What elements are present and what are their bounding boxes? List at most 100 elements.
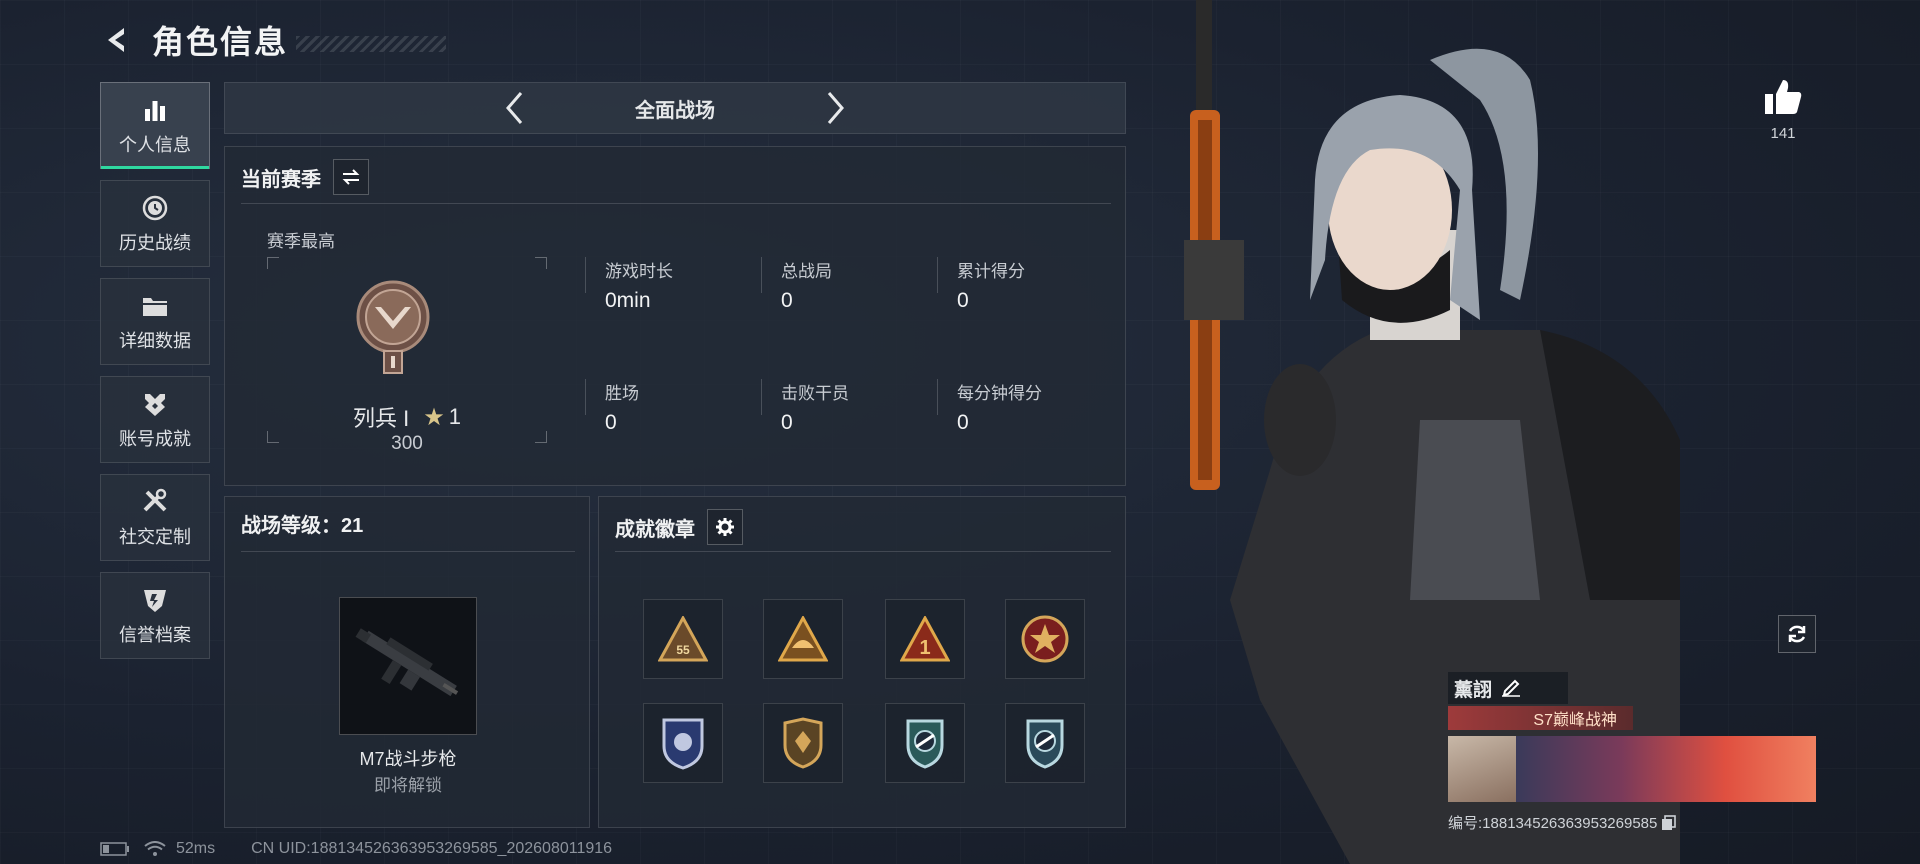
sidebar-item-label: 详细数据	[119, 330, 191, 351]
shield-icon	[141, 585, 169, 615]
stat-divider	[937, 257, 938, 293]
frame-corner	[267, 257, 279, 269]
sidebar-item-label: 账号成就	[119, 428, 191, 449]
wifi-icon	[144, 841, 166, 856]
copy-uid-button[interactable]	[1661, 814, 1677, 831]
weapon-status: 即将解锁	[374, 776, 442, 795]
sidebar-item-credit[interactable]: 信誉档案	[100, 572, 210, 659]
rank-emblem-icon	[355, 279, 431, 377]
stat-value: 0	[957, 411, 969, 434]
refresh-icon	[1788, 625, 1806, 643]
stat-divider	[585, 257, 586, 293]
badges-panel: 成就徽章 55 1	[598, 496, 1126, 828]
banner-scene	[1516, 736, 1816, 802]
back-button[interactable]	[100, 23, 134, 57]
sidebar-item-label: 社交定制	[119, 526, 191, 547]
refresh-button[interactable]	[1778, 615, 1816, 653]
battery-icon	[100, 842, 129, 856]
stat-label: 胜场	[605, 384, 639, 403]
mode-title: 全面战场	[635, 99, 715, 122]
player-name-row: 薰詡	[1448, 672, 1568, 704]
switch-season-button[interactable]	[333, 159, 369, 195]
stat-value: 0min	[605, 289, 651, 312]
sidebar-item-achievements[interactable]: 账号成就	[100, 376, 210, 463]
stat-value: 0	[781, 411, 793, 434]
badge-wing-shield-2-icon[interactable]	[1005, 703, 1085, 783]
season-header: 当前赛季	[241, 159, 369, 195]
ping-value: 52ms	[176, 840, 216, 857]
title-decoration	[296, 36, 447, 52]
season-panel: 当前赛季 赛季最高 列兵 I ★ 1 300 游戏时长 0min 总战局 0 累…	[224, 146, 1126, 486]
bar-chart-icon	[142, 95, 168, 125]
stat-label: 游戏时长	[605, 262, 673, 281]
sidebar-item-social[interactable]: 社交定制	[100, 474, 210, 561]
chevron-right-icon	[827, 92, 844, 124]
tools-icon	[141, 487, 169, 517]
page-title: 角色信息	[152, 24, 289, 60]
pencil-icon	[1502, 679, 1521, 697]
edit-name-button[interactable]	[1502, 679, 1521, 697]
stat-divider	[937, 379, 938, 415]
badge-settings-button[interactable]	[707, 509, 743, 545]
sidebar-item-detailed-data[interactable]: 详细数据	[100, 278, 210, 365]
badge-55-triangle-icon[interactable]: 55	[643, 599, 723, 679]
stat-label: 击败干员	[781, 384, 849, 403]
next-mode-button[interactable]	[815, 88, 855, 128]
sidebar: 个人信息 历史战绩 详细数据 账号成就 社交定制 信誉档案	[100, 82, 210, 670]
level-header: 战场等级：21	[241, 509, 363, 538]
badges-header: 成就徽章	[615, 509, 743, 545]
badge-1-triangle-icon[interactable]: 1	[885, 599, 965, 679]
swap-icon	[342, 169, 360, 185]
badges-title: 成就徽章	[615, 518, 695, 541]
player-uid-row: 编号:1881345263639532695​85	[1448, 812, 1816, 833]
star-icon: ★	[423, 403, 445, 431]
gear-icon	[716, 518, 734, 536]
player-name: 薰詡	[1454, 679, 1493, 701]
stat-value: 0	[957, 289, 969, 312]
mode-selector: 全面战场	[224, 82, 1126, 134]
rank-stars: 1	[448, 404, 461, 429]
rifle-icon	[355, 628, 459, 697]
weapon-name: M7战斗步枪	[359, 749, 457, 769]
prev-mode-button[interactable]	[495, 88, 535, 128]
frame-corner	[535, 257, 547, 269]
divider	[615, 551, 1111, 552]
badge-blue-shield-icon[interactable]	[643, 703, 723, 783]
like-count: 141	[1770, 125, 1796, 142]
player-title-badge: S7巅峰战神	[1448, 706, 1633, 730]
badge-star-medal-icon[interactable]	[1005, 599, 1085, 679]
sidebar-item-personal-info[interactable]: 个人信息	[100, 82, 210, 169]
history-icon	[141, 193, 169, 223]
season-best-label: 赛季最高	[267, 232, 335, 251]
rank-name: 列兵 I	[353, 406, 410, 431]
folder-icon	[141, 291, 169, 321]
thumbs-up-icon	[1765, 80, 1802, 114]
level-title: 战场等级：21	[241, 515, 364, 537]
rank-row: 列兵 I ★ 1	[267, 401, 547, 433]
back-arrow-icon	[108, 28, 124, 52]
badge-gold-shield-icon[interactable]	[763, 703, 843, 783]
footer-uid: CN UID:1881345263639532695​85_2026080119…	[251, 840, 613, 857]
sidebar-item-label: 信誉档案	[119, 624, 191, 645]
stat-label: 总战局	[781, 262, 832, 281]
divider	[241, 551, 575, 552]
copy-icon	[1662, 814, 1677, 830]
divider	[241, 203, 1111, 204]
badge-wing-shield-icon[interactable]	[885, 703, 965, 783]
sidebar-item-history[interactable]: 历史战绩	[100, 180, 210, 267]
badge-helmet-triangle-icon[interactable]	[763, 599, 843, 679]
battlefield-level-panel: 战场等级：21 M7战斗步枪 即将解锁	[224, 496, 590, 828]
weapon-tile[interactable]	[339, 597, 477, 735]
rank-points: 300	[391, 433, 423, 454]
stat-divider	[761, 379, 762, 415]
season-title: 当前赛季	[241, 168, 321, 191]
player-banner[interactable]	[1448, 736, 1816, 802]
chevron-left-icon	[506, 92, 523, 124]
stat-divider	[585, 379, 586, 415]
sidebar-item-label: 历史战绩	[119, 232, 191, 253]
status-bar: 52ms CN UID:1881345263639532695​85_20260…	[100, 840, 612, 858]
stat-label: 每分钟得分	[957, 384, 1042, 403]
stat-value: 0	[781, 289, 793, 312]
player-uid: 编号:1881345263639532695​85	[1448, 815, 1658, 832]
like-button[interactable]: 141	[1758, 78, 1808, 142]
